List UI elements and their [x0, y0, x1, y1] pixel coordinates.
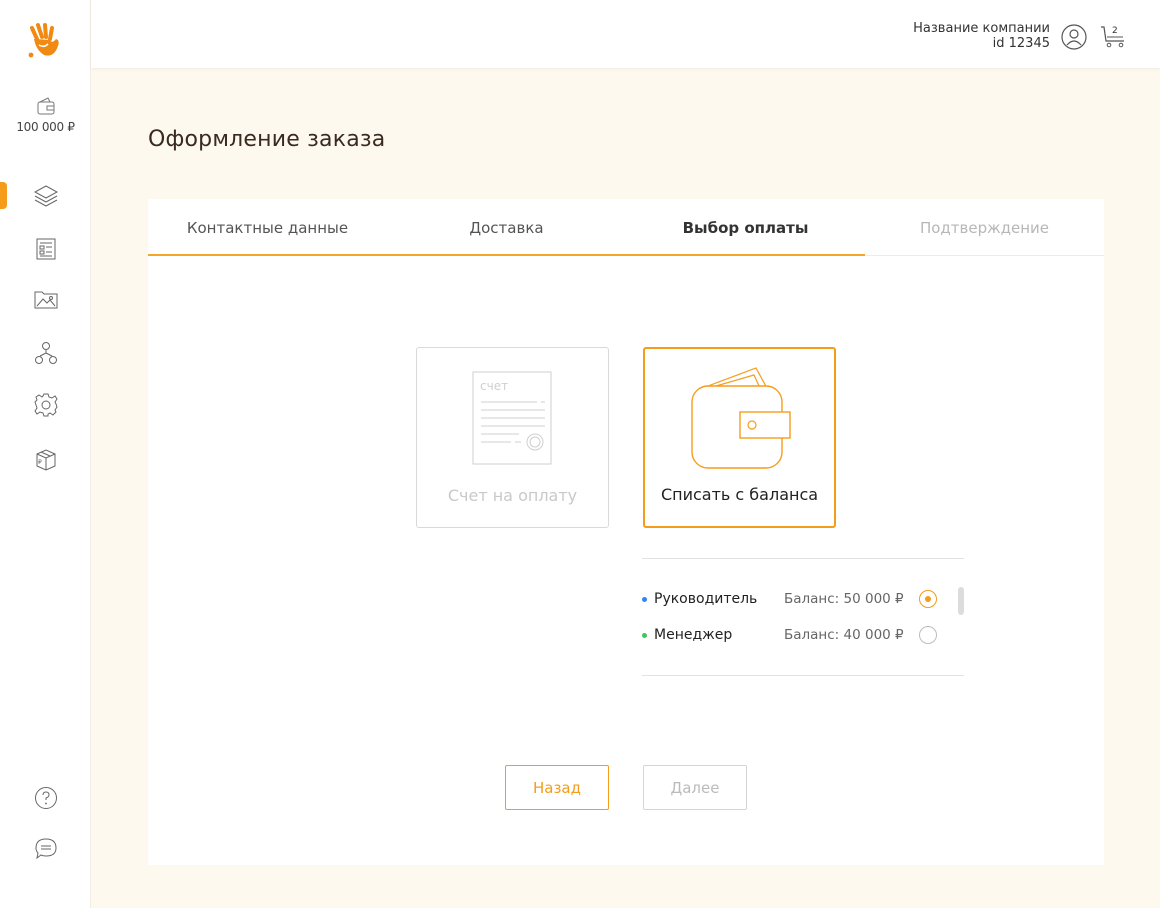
payment-option-balance[interactable]: Списать с баланса [643, 347, 836, 528]
wallet-amount: 100 000 ₽ [16, 120, 75, 134]
nav-item-products[interactable]: ₽ [0, 442, 91, 478]
account-radio[interactable] [919, 626, 937, 644]
user-icon[interactable] [1060, 23, 1088, 51]
gallery-icon [34, 291, 57, 309]
account-balance: Баланс: 40 000 ₽ [784, 627, 904, 643]
tab-contact-data[interactable]: Контактные данные [148, 199, 387, 256]
nav-item-chat[interactable] [0, 831, 91, 867]
invoice-document-icon: счет [472, 371, 552, 465]
nav-item-help[interactable] [0, 780, 91, 816]
company-name: Название компании [913, 21, 1050, 36]
account-name: Менеджер [654, 627, 733, 643]
account-radio-selected[interactable] [919, 590, 937, 608]
checkout-card: Контактные данные Доставка Выбор оплаты … [148, 199, 1104, 865]
nav-item-gallery[interactable] [0, 281, 91, 317]
account-balance: Баланс: 50 000 ₽ [784, 591, 904, 607]
cart-count: 2 [1112, 26, 1118, 36]
layers-icon [33, 185, 58, 207]
hand-logo-icon[interactable] [24, 22, 64, 62]
nav-item-orders[interactable] [0, 177, 91, 213]
payment-option-invoice[interactable]: счет Счет на оплату [416, 347, 609, 528]
back-button[interactable]: Назад [505, 765, 609, 810]
accounts-divider-top [642, 558, 964, 559]
nav-item-settings[interactable] [0, 387, 91, 423]
tab-delivery[interactable]: Доставка [387, 199, 626, 256]
chat-icon [34, 838, 57, 860]
catalog-icon [36, 238, 55, 260]
sidebar: 100 000 ₽ ₽ [0, 0, 91, 908]
account-row[interactable]: Менеджер Баланс: 40 000 ₽ [642, 624, 942, 646]
status-dot [642, 596, 647, 602]
account-row[interactable]: Руководитель Баланс: 50 000 ₽ [642, 588, 942, 610]
top-header: Название компании id 12345 2 [91, 0, 1160, 68]
team-icon [34, 342, 57, 364]
page-title: Оформление заказа [148, 127, 386, 152]
invoice-doc-text: счет [480, 379, 508, 393]
accounts-scrollbar[interactable] [958, 587, 964, 615]
help-icon [34, 787, 57, 809]
svg-text:₽: ₽ [38, 459, 42, 466]
steps-progress-bar [148, 254, 865, 256]
payment-option-invoice-label: Счет на оплату [447, 486, 578, 505]
tab-confirmation: Подтверждение [919, 218, 1050, 237]
status-dot [642, 632, 647, 638]
account-name: Руководитель [654, 591, 758, 607]
checkout-steps: Контактные данные Доставка Выбор оплаты … [148, 199, 1104, 256]
accounts-divider-bottom [642, 675, 964, 676]
company-id: id 12345 [992, 36, 1050, 51]
nav-item-team[interactable] [0, 335, 91, 371]
box-icon: ₽ [36, 449, 55, 471]
wallet-icon [37, 97, 54, 115]
next-button[interactable]: Далее [643, 765, 747, 810]
wallet-balance[interactable]: 100 000 ₽ [0, 96, 91, 134]
nav-item-catalog[interactable] [0, 231, 91, 267]
gear-icon [33, 393, 58, 417]
tab-payment-choice[interactable]: Выбор оплаты [626, 199, 865, 256]
cart-icon[interactable]: 2 [1099, 21, 1127, 51]
company-info[interactable]: Название компании id 12345 [913, 21, 1050, 51]
wallet-illustration-icon [691, 367, 791, 469]
payment-option-balance-label: Списать с баланса [660, 485, 819, 504]
